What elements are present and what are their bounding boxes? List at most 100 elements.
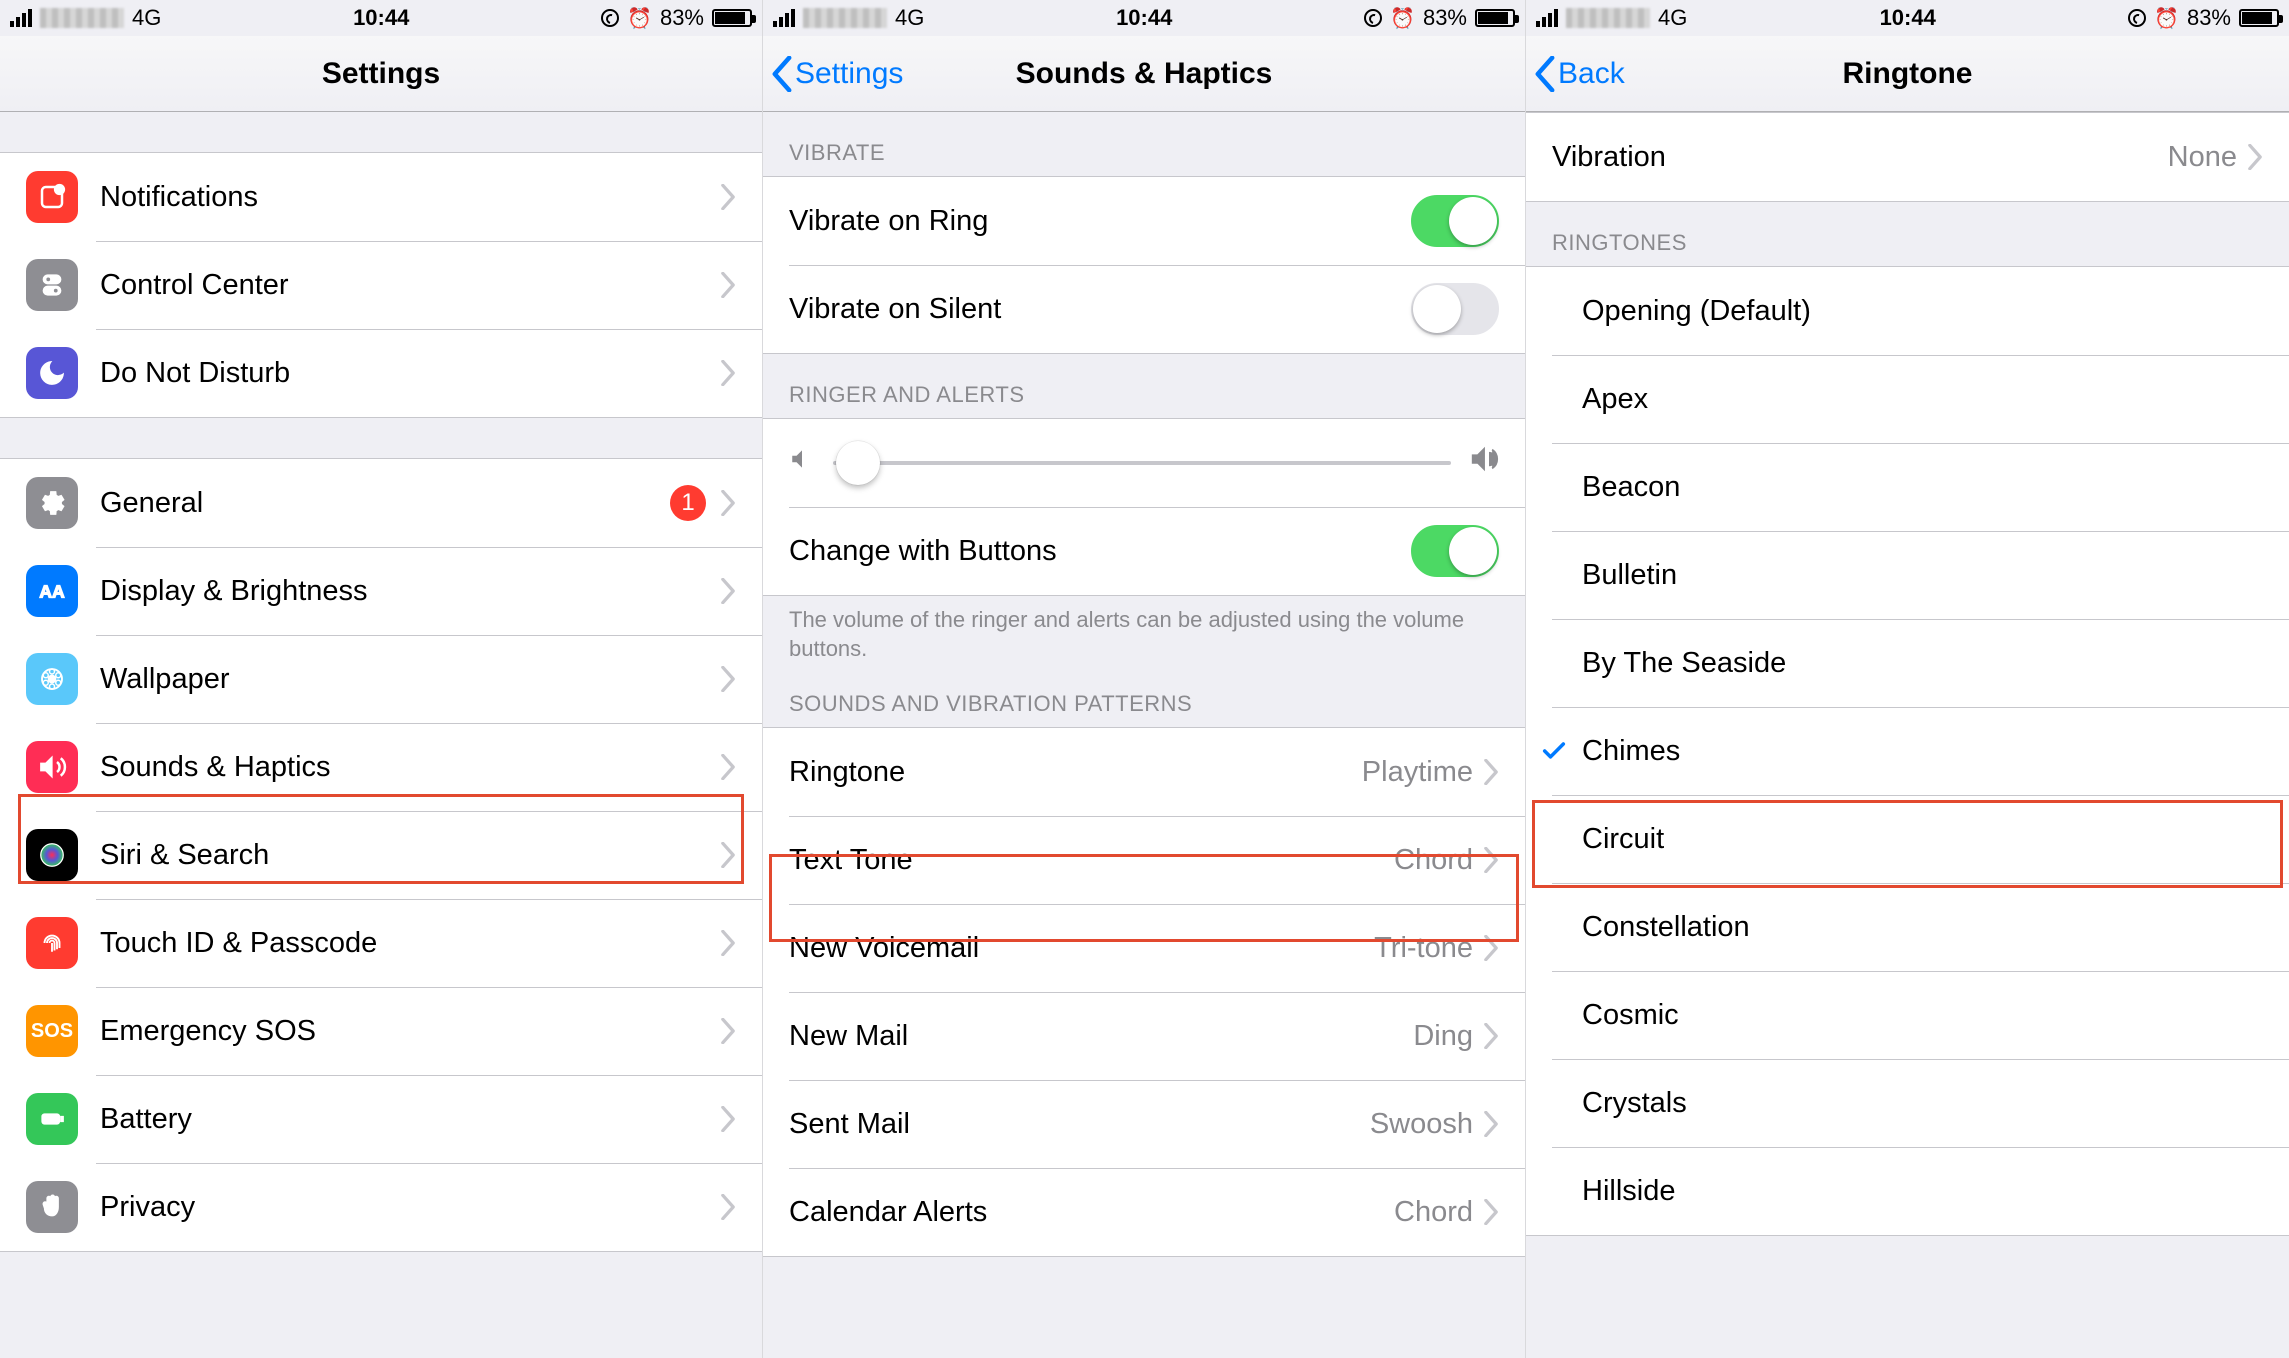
tone-beacon[interactable]: Beacon: [1526, 443, 2289, 531]
tone-label: Bulletin: [1582, 559, 1677, 592]
row-label: Vibrate on Silent: [789, 293, 1001, 326]
row-ringtone[interactable]: RingtonePlaytime: [763, 728, 1525, 816]
tone-label: Opening (Default): [1582, 295, 1811, 328]
notifications-icon: [26, 171, 78, 223]
row-label: Text Tone: [789, 844, 913, 877]
general-icon: [26, 477, 78, 529]
row-label: New Voicemail: [789, 932, 979, 965]
battery-icon: [26, 1093, 78, 1145]
navbar: Back Ringtone: [1526, 36, 2289, 112]
section-header-sounds: SOUNDS AND VIBRATION PATTERNS: [763, 683, 1525, 727]
display-brightness-icon: AA: [26, 565, 78, 617]
row-new-voicemail[interactable]: New VoicemailTri-tone: [763, 904, 1525, 992]
row-notifications[interactable]: Notifications: [0, 153, 762, 241]
row-battery[interactable]: Battery: [0, 1075, 762, 1163]
wallpaper-icon: [26, 653, 78, 705]
row-change-with-buttons[interactable]: Change with Buttons: [763, 507, 1525, 595]
row-value: Ding: [1413, 1020, 1473, 1053]
chevron-right-icon: [720, 666, 736, 692]
row-value: Chord: [1394, 1196, 1473, 1229]
row-sounds-haptics[interactable]: Sounds & Haptics: [0, 723, 762, 811]
screen-ringtone: 4G 10:44 ⏰ 83% Back Ringtone Vibration N…: [1526, 0, 2289, 1358]
switch-vibrate-on-silent[interactable]: [1411, 283, 1499, 335]
checkmark-icon: [1532, 737, 1576, 765]
row-calendar-alerts[interactable]: Calendar Alerts Chord: [763, 1168, 1525, 1256]
privacy-icon: [26, 1181, 78, 1233]
tone-chimes[interactable]: Chimes: [1526, 707, 2289, 795]
row-vibrate-on-silent[interactable]: Vibrate on Silent: [763, 265, 1525, 353]
tone-bulletin[interactable]: Bulletin: [1526, 531, 2289, 619]
row-text-tone[interactable]: Text ToneChord: [763, 816, 1525, 904]
carrier-label: [803, 8, 887, 28]
do-not-disturb-icon: [26, 347, 78, 399]
carrier-label: [1566, 8, 1650, 28]
badge: 1: [670, 485, 706, 521]
row-siri-search[interactable]: Siri & Search: [0, 811, 762, 899]
row-label: Calendar Alerts: [789, 1196, 987, 1229]
row-label: Wallpaper: [100, 663, 229, 696]
row-do-not-disturb[interactable]: Do Not Disturb: [0, 329, 762, 417]
tone-label: Chimes: [1582, 735, 1680, 768]
sounds-haptics-icon: [26, 741, 78, 793]
chevron-right-icon: [1483, 1199, 1499, 1225]
row-label: General: [100, 487, 203, 520]
chevron-right-icon: [720, 1194, 736, 1220]
chevron-right-icon: [720, 1106, 736, 1132]
row-vibration[interactable]: Vibration None: [1526, 113, 2289, 201]
back-button[interactable]: Settings: [771, 36, 903, 111]
row-value: Swoosh: [1370, 1108, 1473, 1141]
tone-label: Beacon: [1582, 471, 1680, 504]
ringer-volume-slider[interactable]: [763, 419, 1525, 507]
row-vibrate-on-ring[interactable]: Vibrate on Ring: [763, 177, 1525, 265]
network-label: 4G: [895, 5, 924, 31]
back-button[interactable]: Back: [1534, 36, 1625, 111]
section-header-ringer: RINGER AND ALERTS: [763, 354, 1525, 418]
row-wallpaper[interactable]: Wallpaper: [0, 635, 762, 723]
chevron-left-icon: [1534, 56, 1556, 92]
chevron-right-icon: [1483, 935, 1499, 961]
touch-id-passcode-icon: [26, 917, 78, 969]
slider-thumb[interactable]: [836, 441, 880, 485]
back-label: Back: [1558, 57, 1625, 91]
chevron-right-icon: [720, 184, 736, 210]
slider-track[interactable]: [833, 461, 1451, 465]
page-title: Ringtone: [1843, 57, 1973, 91]
row-label: New Mail: [789, 1020, 908, 1053]
row-label: Battery: [100, 1103, 192, 1136]
status-time: 10:44: [353, 5, 409, 31]
speaker-low-icon: [789, 446, 815, 480]
row-new-mail[interactable]: New Mail Ding: [763, 992, 1525, 1080]
row-display-brightness[interactable]: AADisplay & Brightness: [0, 547, 762, 635]
row-privacy[interactable]: Privacy: [0, 1163, 762, 1251]
tone-label: By The Seaside: [1582, 647, 1786, 680]
row-emergency-sos[interactable]: SOSEmergency SOS: [0, 987, 762, 1075]
tone-by-the-seaside[interactable]: By The Seaside: [1526, 619, 2289, 707]
battery-icon: [2239, 9, 2279, 27]
emergency-sos-icon: SOS: [26, 1005, 78, 1057]
chevron-left-icon: [771, 56, 793, 92]
screen-sounds-haptics: 4G 10:44 ⏰ 83% Settings Sounds & Haptics…: [763, 0, 1526, 1358]
tone-apex[interactable]: Apex: [1526, 355, 2289, 443]
tone-constellation[interactable]: Constellation: [1526, 883, 2289, 971]
chevron-right-icon: [1483, 1111, 1499, 1137]
row-label: Privacy: [100, 1191, 195, 1224]
tone-opening-default-[interactable]: Opening (Default): [1526, 267, 2289, 355]
tone-crystals[interactable]: Crystals: [1526, 1059, 2289, 1147]
status-time: 10:44: [1880, 5, 1936, 31]
switch-vibrate-on-ring[interactable]: [1411, 195, 1499, 247]
row-touch-id-passcode[interactable]: Touch ID & Passcode: [0, 899, 762, 987]
speaker-high-icon: [1469, 444, 1499, 482]
alarm-icon: ⏰: [627, 6, 652, 31]
row-label: Control Center: [100, 269, 289, 302]
carrier-label: [40, 8, 124, 28]
network-label: 4G: [132, 5, 161, 31]
row-control-center[interactable]: Control Center: [0, 241, 762, 329]
tone-circuit[interactable]: Circuit: [1526, 795, 2289, 883]
switch-change-with-buttons[interactable]: [1411, 525, 1499, 577]
row-sent-mail[interactable]: Sent MailSwoosh: [763, 1080, 1525, 1168]
tone-hillside[interactable]: Hillside: [1526, 1147, 2289, 1235]
tone-cosmic[interactable]: Cosmic: [1526, 971, 2289, 1059]
row-general[interactable]: General 1: [0, 459, 762, 547]
screen-settings: 4G 10:44 ⏰ 83% Settings NotificationsCon…: [0, 0, 763, 1358]
settings-list[interactable]: Notifications Control Center Do Not Distur…: [0, 112, 762, 1358]
